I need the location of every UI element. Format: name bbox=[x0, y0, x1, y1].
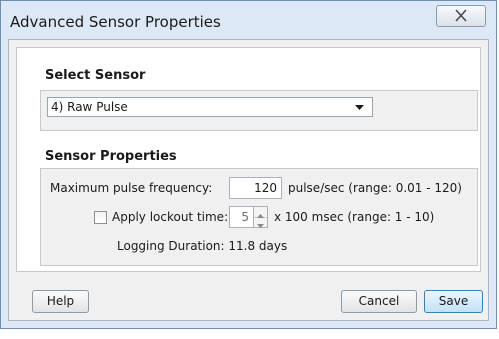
cancel-button[interactable]: Cancel bbox=[341, 290, 417, 313]
title-bar: Advanced Sensor Properties bbox=[1, 1, 496, 39]
close-button[interactable] bbox=[436, 5, 486, 27]
max-frequency-input[interactable]: 120 bbox=[229, 177, 282, 199]
save-button[interactable]: Save bbox=[424, 290, 483, 313]
max-frequency-units: pulse/sec (range: 0.01 - 120) bbox=[288, 181, 462, 195]
sensor-select[interactable]: 4) Raw Pulse bbox=[47, 97, 373, 117]
properties-panel: Select Sensor 4) Raw Pulse Sensor Proper… bbox=[16, 47, 481, 272]
lockout-time-input[interactable]: 5 bbox=[229, 206, 254, 228]
lockout-checkbox[interactable] bbox=[94, 211, 107, 224]
spin-down-button[interactable] bbox=[254, 217, 267, 228]
spin-down-icon bbox=[257, 224, 264, 228]
lockout-time-spinner bbox=[254, 206, 268, 228]
max-frequency-label: Maximum pulse frequency: bbox=[50, 181, 213, 195]
help-button[interactable]: Help bbox=[32, 290, 89, 313]
advanced-sensor-properties-dialog: Advanced Sensor Properties Select Sensor… bbox=[0, 0, 497, 329]
select-sensor-group: 4) Raw Pulse bbox=[40, 90, 478, 131]
sensor-properties-heading: Sensor Properties bbox=[45, 149, 177, 164]
sensor-select-value: 4) Raw Pulse bbox=[51, 100, 128, 114]
lockout-time-units: x 100 msec (range: 1 - 10) bbox=[274, 210, 435, 224]
chevron-down-icon bbox=[355, 105, 364, 110]
logging-duration-text: Logging Duration: 11.8 days bbox=[117, 239, 288, 253]
dialog-body: Select Sensor 4) Raw Pulse Sensor Proper… bbox=[8, 39, 489, 321]
lockout-label: Apply lockout time: bbox=[112, 210, 229, 224]
select-sensor-heading: Select Sensor bbox=[45, 68, 146, 83]
sensor-properties-group: Maximum pulse frequency: 120 pulse/sec (… bbox=[40, 168, 478, 266]
window-title: Advanced Sensor Properties bbox=[10, 13, 221, 31]
close-icon bbox=[455, 9, 467, 22]
